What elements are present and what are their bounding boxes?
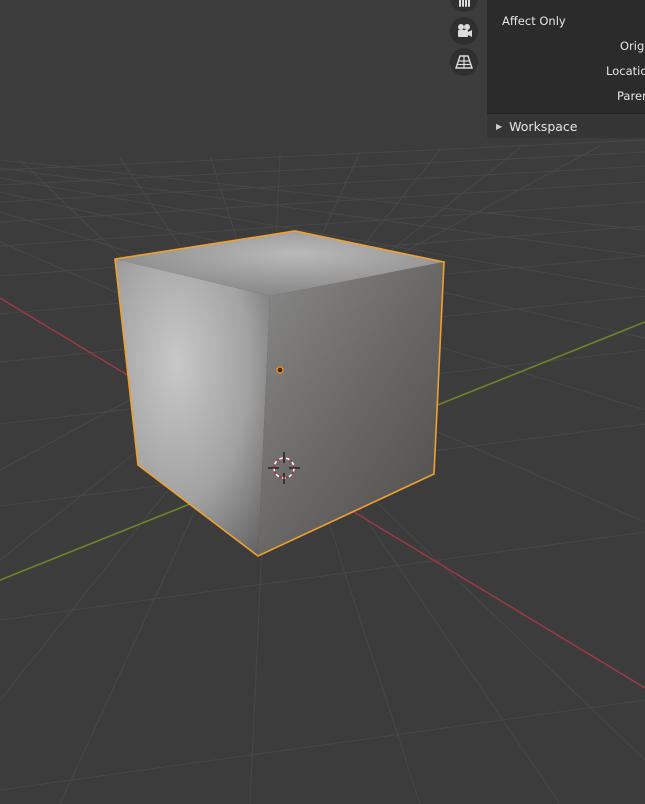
perspective-grid-icon (455, 55, 473, 69)
workspace-panel-header[interactable]: ▶ Workspace (487, 114, 645, 138)
affect-parents-toggle[interactable]: Parents (617, 89, 645, 103)
affect-only-label: Affect Only (502, 14, 566, 28)
collapse-triangle-icon: ▶ (496, 121, 503, 131)
affect-origins-toggle[interactable]: Origins (620, 39, 645, 53)
perspective-toggle-button[interactable] (450, 48, 478, 76)
camera-view-button[interactable] (450, 17, 478, 45)
hand-pan-icon (459, 0, 470, 7)
camera-icon (458, 24, 472, 37)
workspace-panel-title: Workspace (509, 118, 578, 134)
affect-locations-toggle[interactable]: Locations (606, 64, 645, 78)
object-origin-point (276, 366, 284, 374)
transform-options-panel: Affect Only Origins Locations Parents (487, 0, 645, 114)
